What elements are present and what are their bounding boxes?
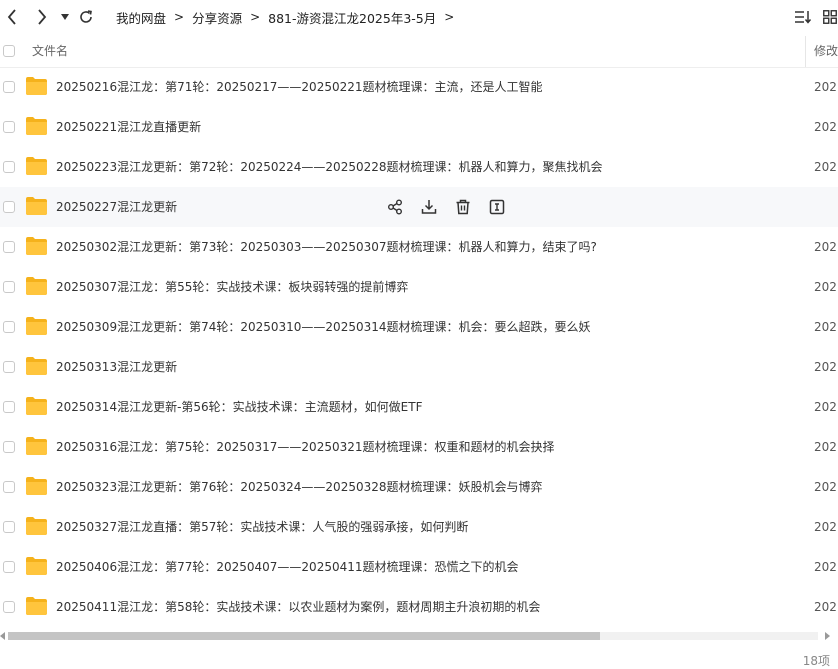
modified-date: 202 bbox=[814, 280, 837, 294]
horizontal-scrollbar[interactable] bbox=[0, 629, 838, 643]
folder-icon bbox=[26, 77, 47, 95]
breadcrumb-separator: > bbox=[250, 10, 261, 24]
file-name[interactable]: 20250313混江龙更新 bbox=[56, 347, 177, 387]
row-checkbox[interactable] bbox=[3, 121, 15, 133]
download-icon[interactable] bbox=[420, 198, 438, 216]
toolbar: 我的网盘 > 分享资源 > 881-游资混江龙2025年3-5月 > bbox=[0, 0, 838, 34]
scrollbar-thumb[interactable] bbox=[8, 632, 600, 640]
modified-date: 202 bbox=[814, 600, 837, 614]
list-item[interactable]: 20250302混江龙更新：第73轮：20250303——20250307题材梳… bbox=[0, 227, 838, 267]
scroll-left-icon[interactable] bbox=[0, 632, 6, 640]
breadcrumb-separator: > bbox=[444, 10, 455, 24]
row-checkbox[interactable] bbox=[3, 321, 15, 333]
row-checkbox[interactable] bbox=[3, 241, 15, 253]
delete-icon[interactable] bbox=[454, 198, 472, 216]
folder-icon bbox=[26, 397, 47, 415]
modified-date: 202 bbox=[814, 80, 837, 94]
folder-icon bbox=[26, 437, 47, 455]
folder-icon bbox=[26, 597, 47, 615]
file-name[interactable]: 20250227混江龙更新 bbox=[56, 187, 177, 227]
row-checkbox[interactable] bbox=[3, 81, 15, 93]
row-checkbox[interactable] bbox=[3, 561, 15, 573]
modified-date: 202 bbox=[814, 520, 837, 534]
folder-icon bbox=[26, 357, 47, 375]
file-name[interactable]: 20250411混江龙：第58轮：实战技术课：以农业题材为案例，题材周期主升浪初… bbox=[56, 587, 540, 627]
sort-icon[interactable] bbox=[795, 8, 813, 26]
folder-icon bbox=[26, 517, 47, 535]
list-item[interactable]: 20250223混江龙更新：第72轮：20250224——20250228题材梳… bbox=[0, 147, 838, 187]
list-item[interactable]: 20250323混江龙更新：第76轮：20250324——20250328题材梳… bbox=[0, 467, 838, 507]
file-name[interactable]: 20250221混江龙直播更新 bbox=[56, 107, 201, 147]
scroll-right-icon[interactable] bbox=[824, 632, 830, 640]
column-header-filename[interactable]: 文件名 bbox=[32, 36, 68, 67]
list-item[interactable]: 20250411混江龙：第58轮：实战技术课：以农业题材为案例，题材周期主升浪初… bbox=[0, 587, 838, 627]
modified-date: 202 bbox=[814, 560, 837, 574]
back-icon[interactable] bbox=[4, 7, 20, 27]
modified-date: 202 bbox=[814, 400, 837, 414]
modified-date: 202 bbox=[814, 440, 837, 454]
list-item[interactable]: 20250327混江龙直播：第57轮：实战技术课：人气股的强弱承接，如何判断 2… bbox=[0, 507, 838, 547]
list-item-hovered[interactable]: 20250227混江龙更新 bbox=[0, 187, 838, 227]
modified-date: 202 bbox=[814, 120, 837, 134]
modified-date: 202 bbox=[814, 360, 837, 374]
column-divider[interactable] bbox=[805, 36, 806, 67]
list-item[interactable]: 20250307混江龙：第55轮：实战技术课：板块弱转强的提前博弈 202 bbox=[0, 267, 838, 307]
row-actions bbox=[386, 198, 522, 216]
folder-icon bbox=[26, 197, 47, 215]
modified-date: 202 bbox=[814, 240, 837, 254]
list-item[interactable]: 20250309混江龙更新：第74轮：20250310——20250314题材梳… bbox=[0, 307, 838, 347]
row-checkbox[interactable] bbox=[3, 281, 15, 293]
file-name[interactable]: 20250307混江龙：第55轮：实战技术课：板块弱转强的提前博弈 bbox=[56, 267, 408, 307]
row-checkbox[interactable] bbox=[3, 601, 15, 613]
file-name[interactable]: 20250309混江龙更新：第74轮：20250310——20250314题材梳… bbox=[56, 307, 591, 347]
file-name[interactable]: 20250216混江龙：第71轮：20250217——20250221题材梳理课… bbox=[56, 67, 543, 107]
file-name[interactable]: 20250327混江龙直播：第57轮：实战技术课：人气股的强弱承接，如何判断 bbox=[56, 507, 468, 547]
folder-icon bbox=[26, 557, 47, 575]
row-checkbox[interactable] bbox=[3, 521, 15, 533]
breadcrumb: 我的网盘 > 分享资源 > 881-游资混江龙2025年3-5月 > bbox=[116, 0, 462, 34]
file-name[interactable]: 20250316混江龙：第75轮：20250317——20250321题材梳理课… bbox=[56, 427, 555, 467]
breadcrumb-item-current-folder[interactable]: 881-游资混江龙2025年3-5月 bbox=[268, 8, 436, 27]
row-checkbox[interactable] bbox=[3, 441, 15, 453]
share-icon[interactable] bbox=[386, 198, 404, 216]
folder-icon bbox=[26, 477, 47, 495]
list-item[interactable]: 20250216混江龙：第71轮：20250217——20250221题材梳理课… bbox=[0, 67, 838, 107]
file-name[interactable]: 20250223混江龙更新：第72轮：20250224——20250228题材梳… bbox=[56, 147, 603, 187]
list-item[interactable]: 20250406混江龙：第77轮：20250407——20250411题材梳理课… bbox=[0, 547, 838, 587]
dropdown-icon[interactable] bbox=[59, 7, 71, 27]
item-count: 18项 bbox=[802, 654, 830, 668]
refresh-icon[interactable] bbox=[78, 7, 94, 27]
rename-icon[interactable] bbox=[488, 198, 506, 216]
list-item[interactable]: 20250314混江龙更新-第56轮：实战技术课：主流题材，如何做ETF 202 bbox=[0, 387, 838, 427]
folder-icon bbox=[26, 157, 47, 175]
file-name[interactable]: 20250314混江龙更新-第56轮：实战技术课：主流题材，如何做ETF bbox=[56, 387, 423, 427]
modified-date: 202 bbox=[814, 320, 837, 334]
list-item[interactable]: 20250221混江龙直播更新 202 bbox=[0, 107, 838, 147]
modified-date: 202 bbox=[814, 480, 837, 494]
folder-icon bbox=[26, 277, 47, 295]
select-all-checkbox[interactable] bbox=[3, 45, 15, 57]
file-name[interactable]: 20250406混江龙：第77轮：20250407——20250411题材梳理课… bbox=[56, 547, 519, 587]
file-name[interactable]: 20250323混江龙更新：第76轮：20250324——20250328题材梳… bbox=[56, 467, 543, 507]
folder-icon bbox=[26, 237, 47, 255]
modified-date: 202 bbox=[814, 160, 837, 174]
row-checkbox[interactable] bbox=[3, 161, 15, 173]
list-item[interactable]: 20250316混江龙：第75轮：20250317——20250321题材梳理课… bbox=[0, 427, 838, 467]
breadcrumb-item-my-drive[interactable]: 我的网盘 bbox=[116, 8, 166, 27]
row-checkbox[interactable] bbox=[3, 361, 15, 373]
breadcrumb-separator: > bbox=[174, 10, 185, 24]
file-name[interactable]: 20250302混江龙更新：第73轮：20250303——20250307题材梳… bbox=[56, 227, 597, 267]
grid-view-icon[interactable] bbox=[823, 8, 838, 26]
forward-icon[interactable] bbox=[34, 7, 50, 27]
list-header: 文件名 修改 bbox=[0, 36, 838, 68]
folder-icon bbox=[26, 117, 47, 135]
column-header-modified[interactable]: 修改 bbox=[814, 36, 838, 67]
folder-icon bbox=[26, 317, 47, 335]
list-item[interactable]: 20250313混江龙更新 202 bbox=[0, 347, 838, 387]
row-checkbox[interactable] bbox=[3, 201, 15, 213]
row-checkbox[interactable] bbox=[3, 481, 15, 493]
breadcrumb-item-shared[interactable]: 分享资源 bbox=[192, 8, 242, 27]
row-checkbox[interactable] bbox=[3, 401, 15, 413]
